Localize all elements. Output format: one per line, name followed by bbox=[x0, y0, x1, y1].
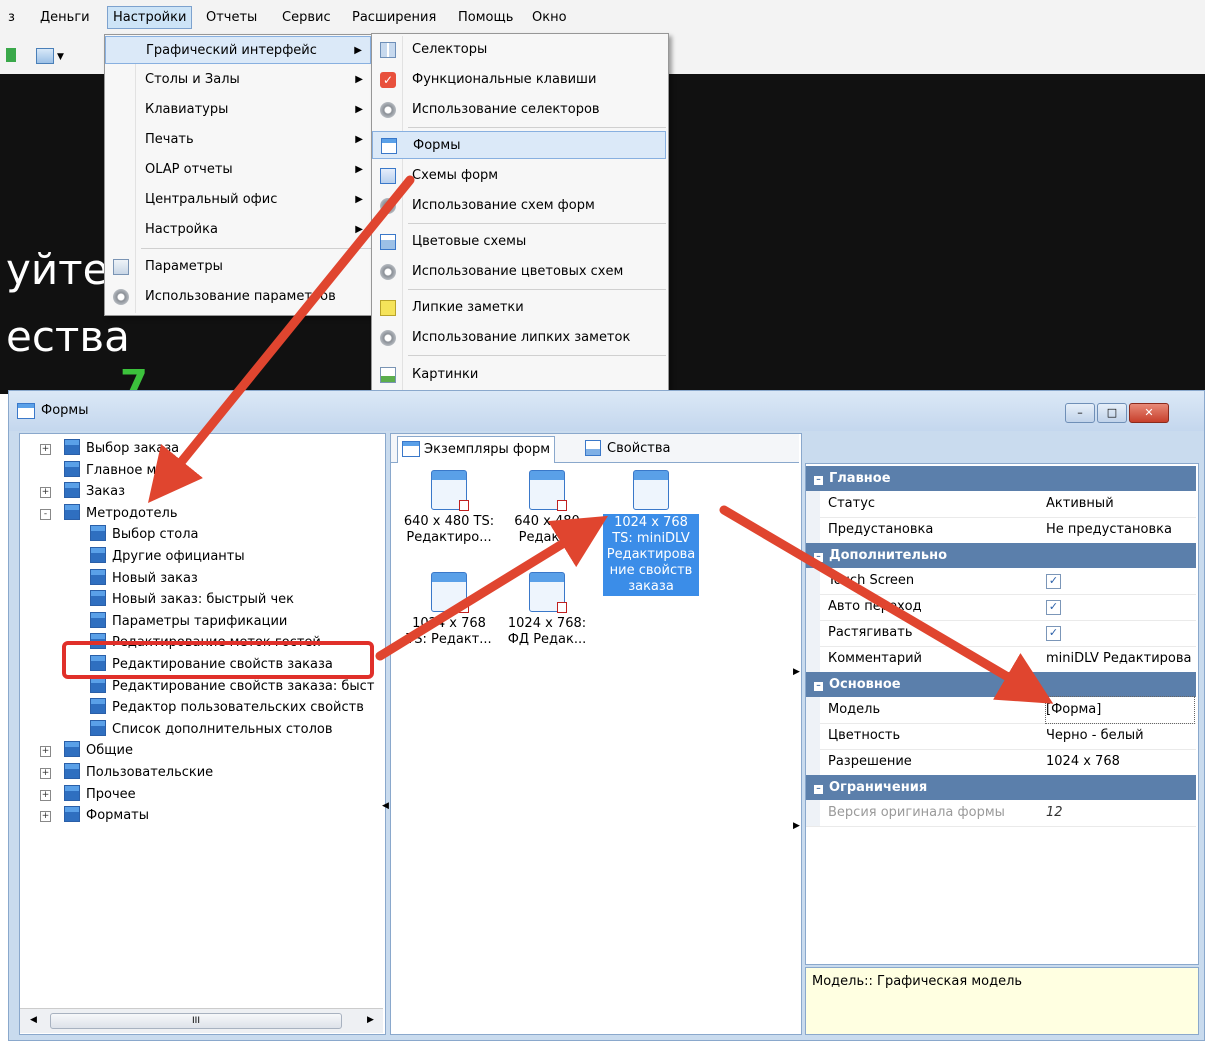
arrow-menu-to-tree bbox=[147, 175, 415, 503]
annotation-arrows bbox=[147, 175, 1054, 704]
arrow-tree-to-form bbox=[375, 515, 609, 661]
arrow-form-to-model bbox=[719, 505, 1054, 704]
